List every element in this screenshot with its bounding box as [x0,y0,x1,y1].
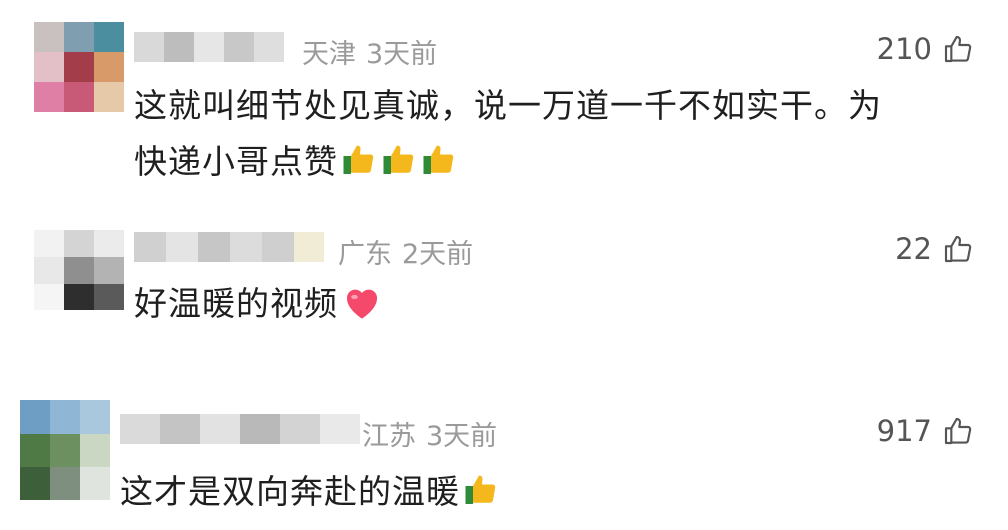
comment-line: 这才是双向奔赴的温暖 [120,472,460,511]
comment-3: 江苏 3天前 917 这才是双向奔赴的温暖 [0,380,1008,530]
username-blurred[interactable] [134,232,324,262]
like-button[interactable]: 917 [877,414,974,448]
like-count: 210 [876,32,932,66]
comment-line: 好温暖的视频 [134,284,338,323]
thumbs-up-outline-icon [944,417,972,445]
location-label: 广东 [338,239,392,270]
like-count: 917 [876,414,932,448]
comment-line-with-emoji: 快递小哥点赞 [134,134,882,190]
avatar[interactable] [34,230,124,310]
comment-line: 快递小哥点赞 [134,142,338,181]
thumbs-up-emoji-icon [465,475,496,504]
comment-text: 这就叫细节处见真诚，说一万道一千不如实干。为 快递小哥点赞 [134,78,882,190]
like-button[interactable]: 210 [877,32,974,66]
location-label: 江苏 [362,421,416,452]
thumbs-up-emoji-icon [423,145,454,174]
like-count: 22 [895,232,932,266]
comment-meta: 广东 2天前 [338,232,483,271]
comment-text: 好温暖的视频 [134,276,382,332]
username-blurred[interactable] [134,32,284,62]
location-label: 天津 [302,39,356,70]
like-button[interactable]: 22 [895,232,974,266]
comment-1: 天津 3天前 210 这就叫细节处见真诚，说一万道一千不如实干。为 快递小哥点赞 [0,0,1008,200]
heart-emoji-icon [346,289,378,319]
avatar[interactable] [20,400,110,500]
thumbs-up-emoji-icon [343,145,374,174]
comment-meta: 天津 3天前 [302,32,447,71]
thumbs-up-outline-icon [944,35,972,63]
comment-line: 这就叫细节处见真诚，说一万道一千不如实干。为 [134,86,882,125]
avatar[interactable] [34,22,124,112]
comment-meta: 江苏 3天前 [362,414,507,453]
username-blurred[interactable] [120,414,360,444]
thumbs-up-outline-icon [944,235,972,263]
time-label: 2天前 [402,239,474,270]
thumbs-up-emoji-icon [383,145,414,174]
time-label: 3天前 [426,421,498,452]
comment-2: 广东 2天前 22 好温暖的视频 [0,200,1008,380]
time-label: 3天前 [366,39,438,70]
comment-text: 这才是双向奔赴的温暖 [120,464,500,520]
